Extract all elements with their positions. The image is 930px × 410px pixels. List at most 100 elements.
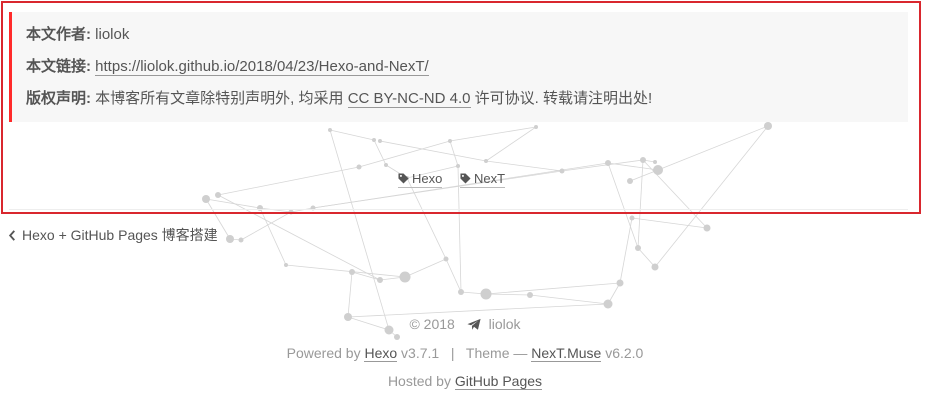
particle-link xyxy=(485,293,531,296)
particle-node xyxy=(378,139,382,143)
tag-icon xyxy=(460,173,471,184)
particle-node xyxy=(349,269,355,275)
particle-node xyxy=(480,288,492,300)
particle-node xyxy=(640,157,646,163)
chevron-left-icon xyxy=(8,230,15,241)
paper-plane-icon xyxy=(467,318,481,330)
particle-node xyxy=(484,159,488,163)
particle-link xyxy=(485,160,563,172)
particle-node xyxy=(629,215,635,221)
particle-link xyxy=(631,217,708,229)
hexo-version: v3.7.1 xyxy=(401,345,440,361)
particle-node xyxy=(534,125,538,129)
particle-link xyxy=(637,159,644,249)
post-permalink[interactable]: https://liolok.github.io/2018/04/23/Hexo… xyxy=(95,58,429,76)
theme-link[interactable]: NexT.Muse xyxy=(531,345,602,362)
particle-link xyxy=(379,140,487,162)
particle-node xyxy=(603,299,613,309)
footer-powered: Powered by Hexo v3.7.1 | Theme — NexT.Mu… xyxy=(0,345,930,362)
particle-link xyxy=(561,159,644,172)
particle-node xyxy=(627,178,633,184)
particle-node xyxy=(238,237,244,243)
theme-label: Theme — xyxy=(465,345,528,361)
particle-link xyxy=(445,258,462,293)
tag-next[interactable]: NexT xyxy=(460,171,506,188)
particle-link xyxy=(285,264,406,278)
particle-node xyxy=(215,192,221,198)
particle-link xyxy=(607,162,639,249)
particle-link xyxy=(205,198,261,209)
particle-node xyxy=(394,334,400,340)
tag-label: Hexo xyxy=(412,171,443,186)
particle-link xyxy=(642,159,708,229)
particle-node xyxy=(651,263,659,271)
post-copyright: 本文作者: liolok 本文链接: https://liolok.github… xyxy=(9,12,908,122)
particle-link xyxy=(619,217,633,284)
particle-node xyxy=(372,138,376,142)
particle-node xyxy=(328,128,332,132)
tag-hexo[interactable]: Hexo xyxy=(398,171,443,188)
particle-link xyxy=(406,177,447,260)
hexo-link[interactable]: Hexo xyxy=(364,345,398,362)
particle-node xyxy=(764,122,772,130)
license-text-pre: 本博客所有文章除特别声明外, 均采用 xyxy=(95,90,344,107)
author-value: liolok xyxy=(95,26,130,43)
particle-link xyxy=(449,126,537,142)
license-text-post: 许可协议. 转载请注明出处! xyxy=(474,90,653,107)
particle-node xyxy=(288,209,294,215)
particle-node xyxy=(653,160,657,164)
particle-node xyxy=(284,263,288,267)
footer-hosted: Hosted by GitHub Pages xyxy=(0,373,930,390)
license-label: 版权声明: xyxy=(26,90,91,107)
particle-link xyxy=(607,162,659,171)
particle-node xyxy=(226,235,234,243)
particle-link xyxy=(347,271,353,318)
particle-link xyxy=(637,247,656,268)
particle-link xyxy=(654,125,769,268)
footer-author: liolok xyxy=(488,316,521,332)
prev-post-link[interactable]: Hexo + GitHub Pages 博客搭建 xyxy=(8,225,218,245)
particle-node xyxy=(443,256,449,262)
particle-link xyxy=(358,140,451,168)
particle-node xyxy=(356,164,362,170)
particle-node xyxy=(559,168,565,174)
particle-node xyxy=(202,195,210,203)
particle-node xyxy=(456,164,460,168)
footer-separator: | xyxy=(450,345,455,361)
post-nav-divider xyxy=(9,209,908,210)
tag-icon xyxy=(398,173,409,184)
copyright-link-row: 本文链接: https://liolok.github.io/2018/04/2… xyxy=(26,56,908,88)
license-link[interactable]: CC BY-NC-ND 4.0 xyxy=(347,90,471,108)
particle-link xyxy=(217,166,360,196)
particle-node xyxy=(399,271,411,283)
copyright-license-row: 版权声明: 本博客所有文章除特别声明外, 均采用 CC BY-NC-ND 4.0… xyxy=(26,88,908,120)
copyright-year: © 2018 xyxy=(409,316,455,332)
github-pages-link[interactable]: GitHub Pages xyxy=(454,373,543,390)
particle-link xyxy=(529,294,609,305)
particle-node xyxy=(257,205,263,211)
particle-link xyxy=(329,129,390,331)
tag-label: NexT xyxy=(474,171,506,186)
particle-link xyxy=(485,282,621,295)
particle-node xyxy=(653,165,663,175)
theme-version: v6.2.0 xyxy=(605,345,644,361)
particle-node xyxy=(527,292,533,298)
prev-post-title: Hexo + GitHub Pages 博客搭建 xyxy=(22,227,218,243)
particle-link xyxy=(449,140,459,167)
particle-node xyxy=(448,139,452,143)
footer-copyright: © 2018 liolok xyxy=(0,316,930,332)
particle-node xyxy=(703,224,711,232)
particle-node xyxy=(377,277,383,283)
particle-link xyxy=(485,126,537,162)
link-label: 本文链接: xyxy=(26,58,91,75)
particle-link xyxy=(657,125,769,171)
particle-node xyxy=(605,160,611,166)
particle-link xyxy=(404,258,447,278)
particle-link xyxy=(217,194,381,281)
particle-node xyxy=(384,163,388,167)
particle-link xyxy=(329,129,375,141)
particle-node xyxy=(616,279,624,287)
powered-by-label: Powered by xyxy=(286,345,361,361)
hosted-by-label: Hosted by xyxy=(387,373,451,389)
particle-node xyxy=(458,289,464,295)
